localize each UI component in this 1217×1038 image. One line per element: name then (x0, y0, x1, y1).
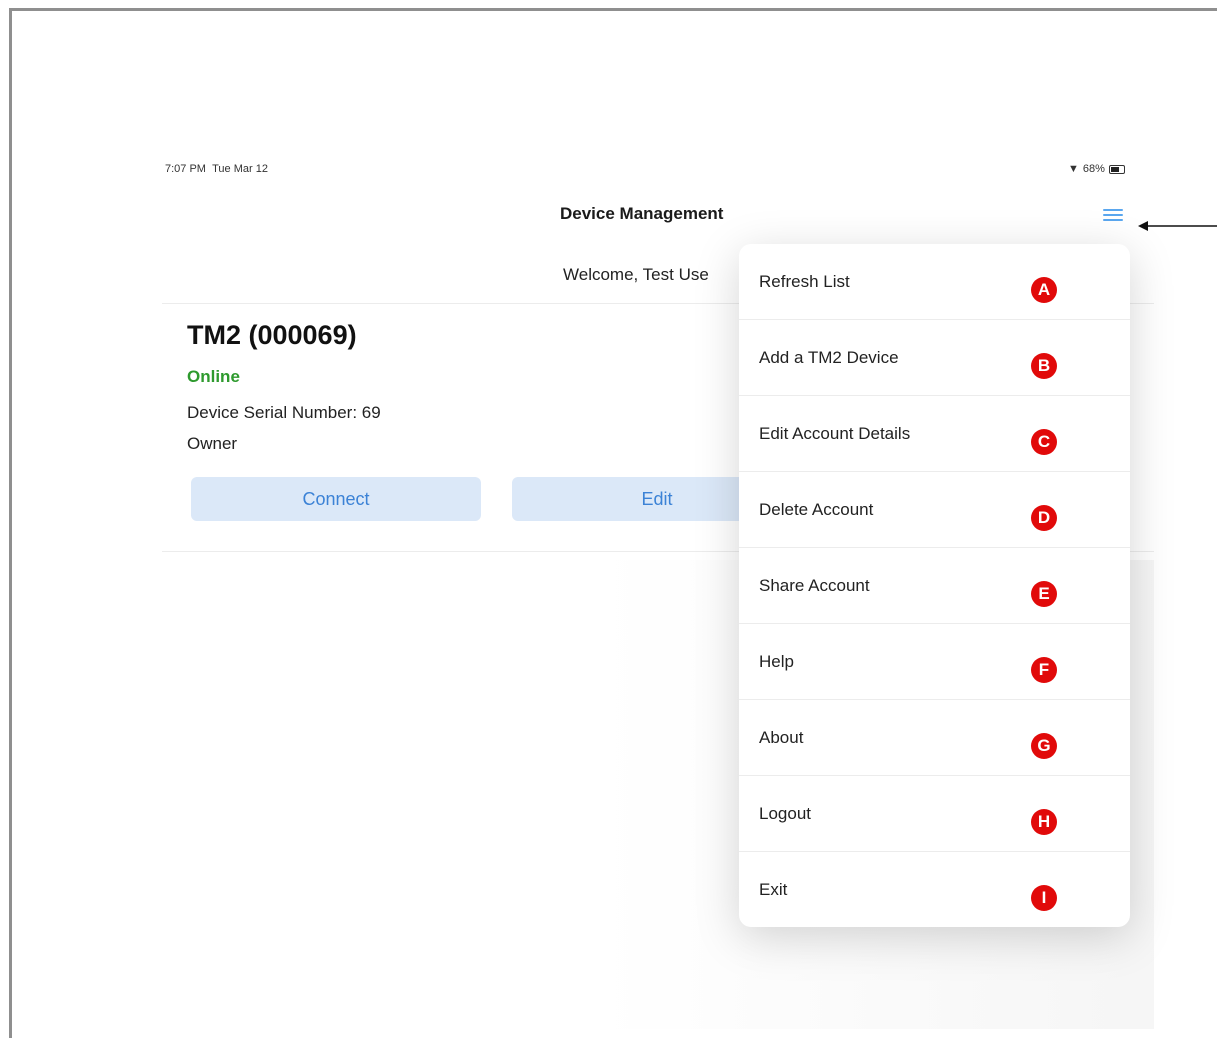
annotation-marker: H (1031, 809, 1057, 835)
page-title: Device Management (560, 204, 724, 223)
menu-item-share-account[interactable]: Share Account E (739, 548, 1130, 624)
menu-item-delete-account[interactable]: Delete Account D (739, 472, 1130, 548)
annotation-marker: A (1031, 277, 1057, 303)
device-role: Owner (187, 434, 238, 453)
battery-percent: 68% (1082, 163, 1105, 175)
menu-item-logout[interactable]: Logout H (739, 776, 1130, 852)
wifi-icon: ▼ (1068, 163, 1079, 175)
device-name: TM2 (000069) (187, 320, 357, 350)
status-indicators: ▼ 68% (1068, 163, 1125, 175)
pointer-arrow (1138, 221, 1217, 231)
welcome-text: Welcome, Test Use (563, 265, 709, 284)
annotation-marker: F (1031, 657, 1057, 683)
annotation-marker: G (1031, 733, 1057, 759)
menu-item-label: About (759, 728, 804, 747)
menu-item-refresh-list[interactable]: Refresh List A (739, 244, 1130, 320)
menu-item-label: Edit Account Details (759, 424, 911, 443)
annotation-marker: C (1031, 429, 1057, 455)
menu-item-label: Exit (759, 880, 788, 899)
annotation-marker: B (1031, 353, 1057, 379)
menu-item-label: Logout (759, 804, 811, 823)
annotation-marker: D (1031, 505, 1057, 531)
menu-item-label: Delete Account (759, 500, 874, 519)
menu-item-about[interactable]: About G (739, 700, 1130, 776)
hamburger-menu-icon[interactable] (1103, 209, 1123, 223)
dropdown-menu: Refresh List A Add a TM2 Device B Edit A… (739, 244, 1130, 927)
menu-item-label: Share Account (759, 576, 870, 595)
device-serial: Device Serial Number: 69 (187, 403, 381, 422)
menu-item-exit[interactable]: Exit I (739, 852, 1130, 928)
menu-item-label: Add a TM2 Device (759, 348, 899, 367)
menu-item-label: Help (759, 652, 794, 671)
annotation-marker: E (1031, 581, 1057, 607)
menu-item-edit-account[interactable]: Edit Account Details C (739, 396, 1130, 472)
menu-item-add-device[interactable]: Add a TM2 Device B (739, 320, 1130, 396)
menu-item-help[interactable]: Help F (739, 624, 1130, 700)
status-time: 7:07 PM Tue Mar 12 (165, 163, 268, 175)
connect-button[interactable]: Connect (191, 477, 481, 521)
annotation-marker: I (1031, 885, 1057, 911)
menu-item-label: Refresh List (759, 272, 850, 291)
battery-icon (1108, 164, 1125, 174)
device-status: Online (187, 367, 240, 386)
